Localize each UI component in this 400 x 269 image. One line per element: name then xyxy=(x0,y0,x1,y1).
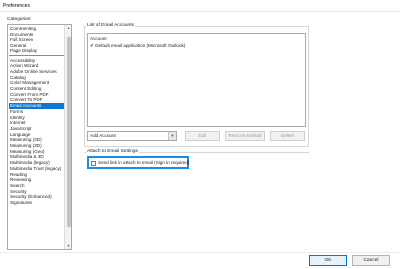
account-name: Default email application (Microsoft Out… xyxy=(95,43,186,48)
category-separator xyxy=(9,55,65,56)
scrollbar-thumb[interactable] xyxy=(66,37,71,227)
remove-default-button[interactable]: Remove Default xyxy=(225,131,265,141)
send-link-label: Send link in attach to email (Sign in re… xyxy=(98,160,190,165)
send-link-checkbox[interactable] xyxy=(91,160,96,166)
delete-button[interactable]: Delete xyxy=(270,131,305,141)
footer-divider xyxy=(0,252,400,253)
edit-button[interactable]: Edit xyxy=(185,131,220,141)
categories-label: Categories: xyxy=(7,17,32,22)
categories-list[interactable]: Commenting Documents Full Screen General… xyxy=(7,24,72,250)
category-item-page-display[interactable]: Page Display xyxy=(9,48,66,54)
account-column-header: Account xyxy=(90,36,107,41)
ok-button[interactable]: OK xyxy=(309,255,347,266)
scroll-up-arrow-icon[interactable]: ▲ xyxy=(67,26,71,30)
cancel-button[interactable]: Cancel xyxy=(352,255,390,266)
window-title: Preferences xyxy=(3,3,30,9)
add-account-dropdown[interactable]: Add Account ▼ xyxy=(87,131,177,141)
title-bar: Preferences xyxy=(0,0,400,12)
scroll-down-arrow-icon[interactable]: ▼ xyxy=(67,244,71,248)
account-row[interactable]: ✔Default email application (Microsoft Ou… xyxy=(90,43,185,49)
email-accounts-list[interactable]: Account ✔Default email application (Micr… xyxy=(87,33,306,127)
attach-settings-group-label: Attach to Email Settings xyxy=(86,149,139,154)
category-item-signatures[interactable]: Signatures xyxy=(9,200,66,206)
email-accounts-group-label: List of Email Accounts xyxy=(86,22,135,28)
add-account-label: Add Account xyxy=(90,133,116,138)
send-link-option[interactable]: Send link in attach to email (Sign in re… xyxy=(87,156,189,169)
chevron-down-icon[interactable]: ▼ xyxy=(168,132,176,140)
default-check-icon: ✔ xyxy=(90,43,95,49)
categories-scrollbar[interactable]: ▲ ▼ xyxy=(64,25,71,249)
